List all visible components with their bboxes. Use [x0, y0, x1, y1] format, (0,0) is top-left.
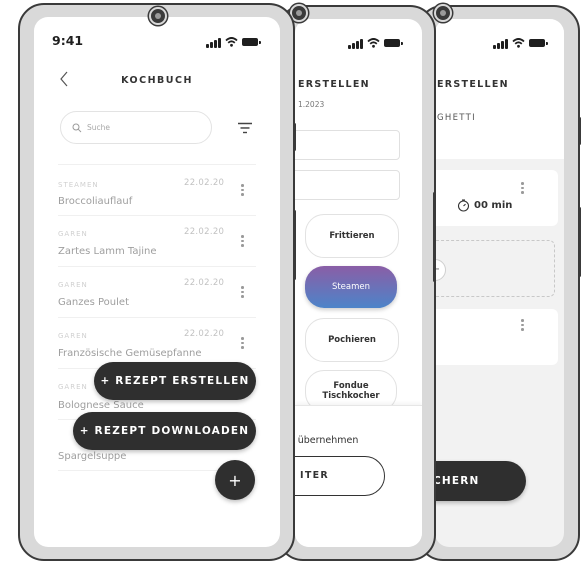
description-input[interactable] [295, 170, 400, 200]
more-menu-icon[interactable] [521, 182, 525, 196]
front-camera [434, 4, 452, 22]
phone-2-screen: ERSTELLEN 1.2023 Frittieren Steamen Poch… [295, 19, 422, 547]
status-time: 9:41 [52, 33, 84, 48]
step-card-2[interactable] [435, 309, 558, 365]
phone-1: 9:41 KOCHBUCH Suche STEAMEN 22.02.20 Bro… [18, 3, 296, 561]
recipe-category: GAREN [58, 332, 88, 340]
recipe-name: Zartes Lamm Tajine [58, 246, 157, 257]
signal-icon [206, 37, 221, 48]
name-input[interactable] [295, 130, 400, 160]
list-item[interactable]: GAREN 22.02.20 Französische Gemüsepfanne [58, 317, 256, 368]
save-button[interactable]: CHERN [435, 461, 526, 501]
recipe-category: GAREN [58, 230, 88, 238]
recipe-date: 22.02.20 [184, 178, 225, 188]
create-recipe-button[interactable]: + REZEPT ERSTELLEN [94, 362, 256, 400]
download-recipe-button[interactable]: + REZEPT DOWNLOADEN [73, 412, 256, 450]
page-title: ERSTELLEN [437, 79, 509, 90]
recipe-date: 22.02.20 [184, 278, 225, 288]
recipe-date: 22.02.20 [184, 227, 225, 237]
phone-3: ERSTELLEN GHETTI 00 min + CHERN [417, 5, 581, 561]
wifi-icon [511, 38, 525, 48]
side-button [293, 123, 296, 151]
page-title: ERSTELLEN [298, 79, 370, 90]
side-button [578, 117, 581, 145]
method-steamen[interactable]: Steamen [305, 266, 397, 308]
wifi-icon [366, 38, 380, 48]
step-card[interactable]: 00 min [435, 170, 558, 226]
method-pochieren[interactable]: Pochieren [305, 318, 399, 362]
recipe-category: GAREN [58, 383, 88, 391]
phone-2: ERSTELLEN 1.2023 Frittieren Steamen Poch… [277, 5, 436, 561]
front-camera [149, 7, 167, 25]
search-icon [72, 123, 82, 133]
recipe-name: GHETTI [437, 113, 476, 123]
recipe-name: Französische Gemüsepfanne [58, 348, 202, 359]
list-item[interactable]: GAREN 22.02.20 Ganzes Poulet [58, 266, 256, 317]
list-item[interactable]: STEAMEN 22.02.20 Broccoliauflauf [58, 164, 256, 215]
add-step-button[interactable]: + [435, 259, 446, 281]
apply-label: t übernehmen [295, 435, 359, 446]
more-menu-icon[interactable] [241, 184, 245, 198]
status-icons [493, 37, 548, 49]
side-button [578, 207, 581, 277]
wifi-icon [224, 37, 238, 47]
phone-3-screen: ERSTELLEN GHETTI 00 min + CHERN [435, 19, 564, 547]
status-icons [206, 36, 261, 48]
recipe-name: Bolognese Sauce [58, 400, 144, 411]
recipe-date: 22.02.20 [184, 329, 225, 339]
recipe-category: STEAMEN [58, 181, 99, 189]
signal-icon [348, 38, 363, 49]
side-button [433, 192, 436, 282]
status-icons [348, 37, 403, 49]
battery-icon [383, 39, 403, 47]
search-input[interactable]: Suche [87, 123, 110, 132]
page-title: KOCHBUCH [121, 75, 193, 86]
timer-icon [457, 199, 470, 212]
more-menu-icon[interactable] [241, 235, 245, 249]
method-frittieren[interactable]: Frittieren [305, 214, 399, 258]
battery-icon [528, 39, 548, 47]
side-button [293, 210, 296, 280]
timer-value: 00 min [474, 200, 513, 211]
phone-1-screen: 9:41 KOCHBUCH Suche STEAMEN 22.02.20 Bro… [34, 17, 280, 547]
more-menu-icon[interactable] [241, 286, 245, 300]
search-bar[interactable]: Suche [60, 111, 212, 144]
next-button[interactable]: ITER [295, 456, 385, 496]
recipe-name: Ganzes Poulet [58, 297, 129, 308]
date-text: 1.2023 [298, 100, 325, 109]
bottom-sheet: t übernehmen ITER [295, 405, 422, 547]
add-step-area[interactable]: + [435, 240, 555, 297]
fab-plus-button[interactable]: + [215, 460, 255, 500]
list-item[interactable]: GAREN 22.02.20 Zartes Lamm Tajine [58, 215, 256, 266]
recipe-name: Broccoliauflauf [58, 196, 133, 207]
more-menu-icon[interactable] [521, 319, 525, 333]
recipe-name: Spargelsuppe [58, 451, 127, 462]
battery-icon [241, 38, 261, 46]
more-menu-icon[interactable] [241, 337, 245, 351]
recipe-category: GAREN [58, 281, 88, 289]
filter-icon[interactable] [237, 122, 253, 134]
signal-icon [493, 38, 508, 49]
